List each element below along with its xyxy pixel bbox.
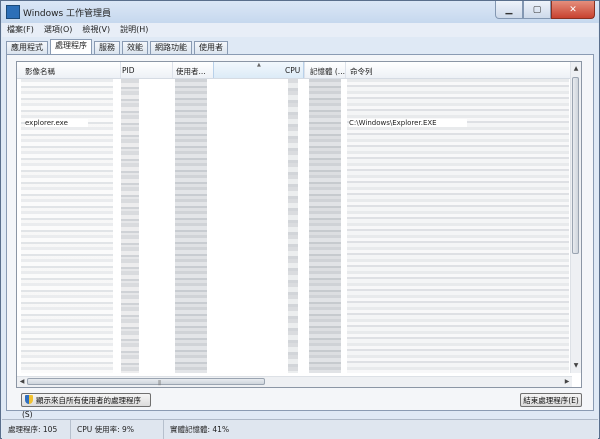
uac-shield-icon (25, 395, 33, 404)
menu-options[interactable]: 選項(O) (39, 23, 78, 37)
tab-strip: 應用程式 處理程序 服務 效能 網路功能 使用者 (6, 39, 230, 55)
blurred-pids (121, 79, 139, 373)
tab-networking[interactable]: 網路功能 (150, 41, 192, 54)
column-divider[interactable] (304, 62, 305, 78)
process-name-explorer[interactable]: explorer.exe (25, 119, 88, 127)
show-all-label: 顯示來自所有使用者的處理程序(S) (22, 396, 141, 419)
menu-file[interactable]: 檔案(F) (2, 23, 39, 37)
column-memory[interactable]: 記憶體 (... (310, 66, 345, 77)
column-cpu[interactable]: CPU (285, 66, 300, 75)
end-process-button[interactable]: 結束處理程序(E) (520, 393, 582, 407)
tab-applications[interactable]: 應用程式 (6, 41, 48, 54)
status-process-count: 處理程序: 105 (2, 420, 71, 439)
blurred-memory (309, 79, 341, 373)
process-list[interactable]: ▲ 影像名稱 PID 使用者... CPU 記憶體 (... 命令列 explo… (16, 61, 582, 388)
close-button[interactable]: ✕ (551, 1, 595, 19)
scroll-right-arrow-icon[interactable]: ▶ (562, 377, 572, 387)
blurred-users (175, 79, 207, 373)
window-title: Windows 工作管理員 (23, 9, 112, 19)
horizontal-scroll-thumb[interactable]: ||| (27, 378, 265, 386)
tab-processes[interactable]: 處理程序 (50, 39, 92, 54)
tab-users[interactable]: 使用者 (194, 41, 228, 54)
task-manager-window: Windows 工作管理員 ▁ ▢ ✕ 檔案(F) 選項(O) 檢視(V) 說明… (0, 0, 600, 439)
title-bar[interactable]: Windows 工作管理員 ▁ ▢ ✕ (1, 1, 599, 23)
column-user[interactable]: 使用者... (176, 66, 206, 77)
minimize-button[interactable]: ▁ (495, 1, 523, 19)
vertical-scroll-thumb[interactable] (572, 77, 579, 254)
column-divider[interactable] (345, 62, 346, 78)
horizontal-scrollbar[interactable]: ◀ ||| ▶ (17, 376, 572, 387)
vertical-scrollbar[interactable]: ▲ ▼ (570, 62, 581, 373)
scroll-up-arrow-icon[interactable]: ▲ (571, 64, 581, 74)
column-header-row: ▲ 影像名稱 PID 使用者... CPU 記憶體 (... 命令列 (17, 62, 572, 79)
window-controls: ▁ ▢ ✕ (495, 1, 595, 19)
column-divider[interactable] (172, 62, 173, 78)
tab-performance[interactable]: 效能 (122, 41, 148, 54)
maximize-button[interactable]: ▢ (523, 1, 551, 19)
menu-view[interactable]: 檢視(V) (77, 23, 115, 37)
blurred-cpu (288, 79, 298, 373)
tab-services[interactable]: 服務 (94, 41, 120, 54)
status-bar: 處理程序: 105 CPU 使用率: 9% 實體記憶體: 41% (2, 419, 598, 439)
status-physical-memory: 實體記憶體: 41% (170, 425, 230, 434)
scroll-left-arrow-icon[interactable]: ◀ (17, 377, 27, 387)
column-image-name[interactable]: 影像名稱 (25, 66, 55, 77)
scroll-down-arrow-icon[interactable]: ▼ (571, 361, 581, 371)
column-pid[interactable]: PID (122, 66, 135, 75)
sort-indicator-icon: ▲ (257, 62, 261, 68)
column-divider[interactable] (120, 62, 121, 78)
column-command-line[interactable]: 命令列 (350, 66, 373, 77)
status-cpu-usage: CPU 使用率: 9% (71, 420, 164, 439)
show-all-users-processes-button[interactable]: 顯示來自所有使用者的處理程序(S) (21, 393, 151, 419)
command-line-explorer: C:\Windows\Explorer.EXE (349, 119, 467, 127)
task-manager-icon (6, 5, 20, 19)
menu-bar: 檔案(F) 選項(O) 檢視(V) 說明(H) (2, 23, 598, 37)
menu-help[interactable]: 說明(H) (115, 23, 153, 37)
scroll-grip-icon: ||| (158, 380, 161, 386)
